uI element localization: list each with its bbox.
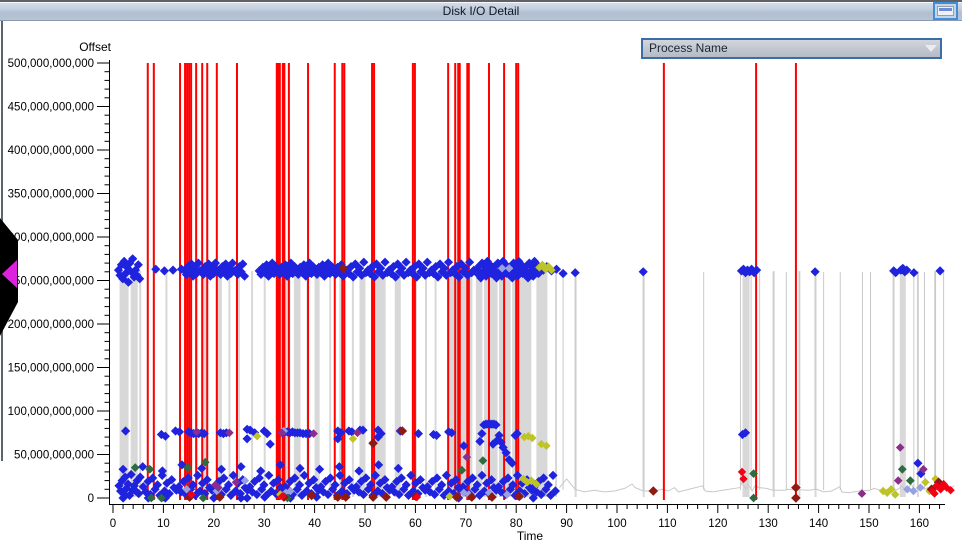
svg-text:10: 10 [157,518,170,530]
svg-text:50: 50 [359,518,372,530]
lavender-data-points [182,264,924,500]
svg-text:60: 60 [409,518,422,530]
process-name-dropdown-value: Process Name [649,41,728,55]
svg-text:70: 70 [459,518,472,530]
svg-text:150: 150 [859,518,878,530]
svg-text:30: 30 [258,518,271,530]
svg-text:20: 20 [207,518,220,530]
svg-text:130: 130 [759,518,778,530]
svg-text:100,000,000,000: 100,000,000,000 [8,406,94,418]
y-axis-title: Offset [0,40,111,54]
chevron-down-icon [925,45,937,52]
svg-text:250,000,000,000: 250,000,000,000 [8,276,94,288]
svg-text:150,000,000,000: 150,000,000,000 [8,363,94,375]
svg-text:110: 110 [658,518,676,530]
io-duration-bars [120,271,936,497]
gray-connector-lines [563,272,944,490]
svg-text:350,000,000,000: 350,000,000,000 [8,189,94,201]
svg-text:0: 0 [110,518,116,530]
disk-io-scatter-chart[interactable]: 0 50,000,000,000 100,000,000,000 150,000,00… [0,0,962,547]
svg-text:100: 100 [607,518,626,530]
svg-text:500,000,000,000: 500,000,000,000 [8,58,94,70]
olive-data-points [253,261,940,501]
svg-text:200,000,000,000: 200,000,000,000 [8,319,94,331]
svg-text:450,000,000,000: 450,000,000,000 [8,102,94,114]
svg-text:160: 160 [910,518,929,530]
disk-io-detail-window: Disk I/O Detail 050,000,000,000100,000,0… [0,0,962,547]
svg-text:40: 40 [308,518,321,530]
svg-text:0: 0 [88,493,94,505]
x-axis-title: Time [480,529,580,543]
plot-area [114,63,955,503]
svg-text:50,000,000,000: 50,000,000,000 [14,450,94,462]
process-name-dropdown[interactable]: Process Name [641,38,942,59]
svg-text:300,000,000,000: 300,000,000,000 [8,232,94,244]
svg-text:400,000,000,000: 400,000,000,000 [8,145,94,157]
svg-text:140: 140 [809,518,828,530]
svg-text:120: 120 [708,518,727,530]
